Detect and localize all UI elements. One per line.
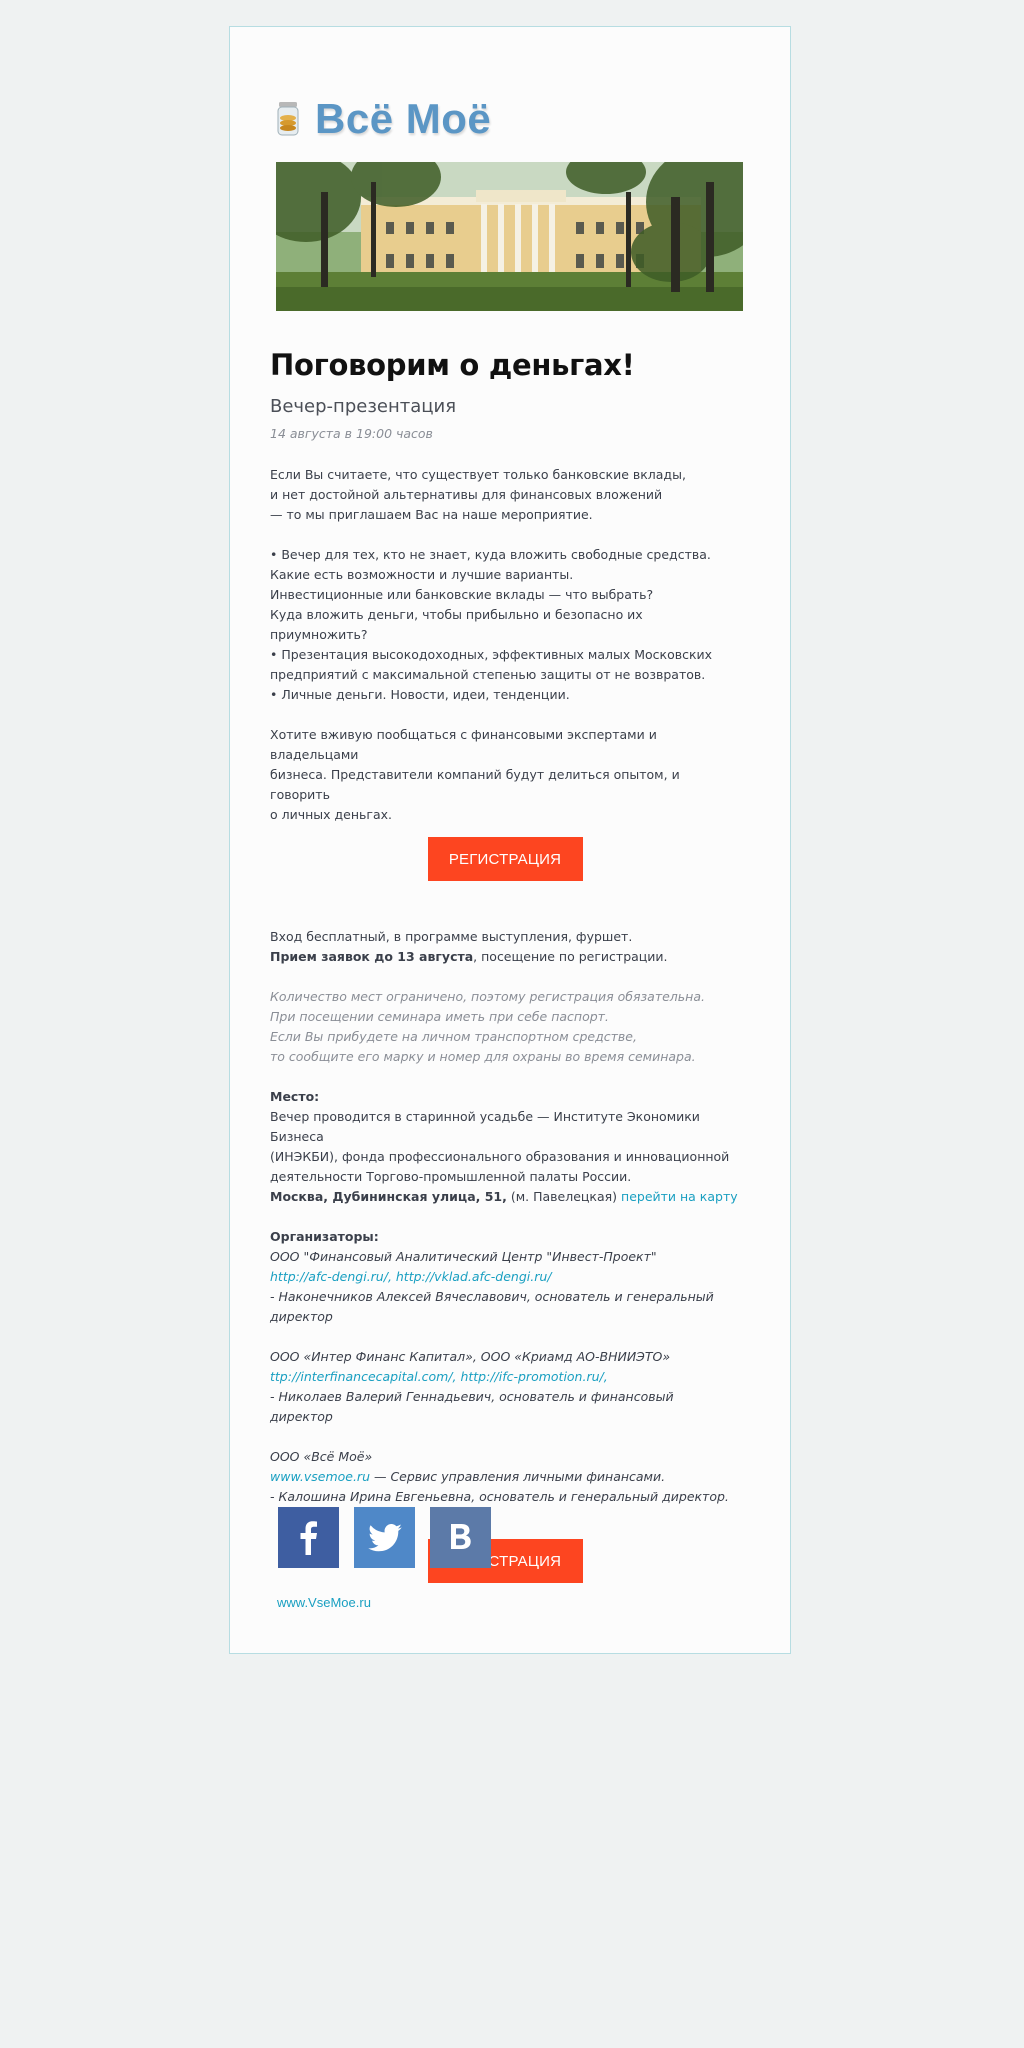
- org2-person: - Николаев Валерий Геннадьевич, основате…: [270, 1389, 674, 1424]
- place-label: Место:: [270, 1087, 740, 1107]
- note-line: то сообщите его марку и номер для охраны…: [270, 1049, 696, 1064]
- deadline-line: Прием заявок до 13 августа, посещение по…: [270, 947, 740, 967]
- bullet-line: • Вечер для тех, кто не знает, куда влож…: [270, 547, 711, 562]
- logo[interactable]: Всё Моё: [275, 95, 492, 142]
- entry-line: Вход бесплатный, в программе выступления…: [270, 929, 633, 944]
- intro-line: и нет достойной альтернативы для финансо…: [270, 487, 663, 502]
- place-line: (ИНЭКБИ), фонда профессионального образо…: [270, 1149, 730, 1164]
- intro-line: — то мы приглашаем Вас на наше мероприят…: [270, 507, 593, 522]
- place-label-text: Место:: [270, 1089, 320, 1104]
- register-button[interactable]: РЕГИСТРАЦИЯ: [427, 837, 583, 881]
- address-bold: Москва, Дубининская улица, 51,: [270, 1189, 507, 1204]
- page-title: Поговорим о деньгах!: [270, 348, 635, 382]
- organizers-label-text: Организаторы:: [270, 1229, 379, 1244]
- subtitle: Вечер-презентация: [270, 396, 457, 417]
- deadline-bold: Прием заявок до 13 августа: [270, 949, 474, 964]
- bullet-line: • Презентация высокодоходных, эффективны…: [270, 647, 713, 662]
- note-line: Если Вы прибудете на личном транспортном…: [270, 1029, 637, 1044]
- jar-of-coins-icon: [277, 102, 299, 136]
- place-line: деятельности Торгово-промышленной палаты…: [270, 1169, 632, 1184]
- org1-person-cont: директор: [270, 1309, 333, 1324]
- closing-line: Хотите вживую пообщаться с финансовыми э…: [270, 727, 657, 762]
- place-line: Вечер проводится в старинной усадьбе — И…: [270, 1109, 700, 1144]
- facebook-icon: [300, 1520, 317, 1555]
- closing-line: о личных деньгах.: [270, 807, 393, 822]
- org3-name: ООО «Всё Моё»: [270, 1449, 373, 1464]
- bullet-line: Инвестиционные или банковские вклады — ч…: [270, 587, 654, 602]
- email-card: Всё Моё Поговорим о деньгах! Вечер-презе…: [229, 26, 791, 1654]
- bullet-line: Куда вложить деньги, чтобы прибыльно и б…: [270, 607, 643, 642]
- org3-person: - Калошина Ирина Евгеньевна, основатель …: [270, 1489, 729, 1504]
- deadline-rest: , посещение по регистрации.: [473, 949, 668, 964]
- facebook-button[interactable]: [278, 1507, 339, 1568]
- hero-image: [276, 162, 743, 311]
- bullet-line: Какие есть возможности и лучшие варианты…: [270, 567, 574, 582]
- organizers-label: Организаторы:: [270, 1227, 740, 1247]
- address-line: Москва, Дубининская улица, 51, (м. Павел…: [270, 1187, 740, 1207]
- intro-line: Если Вы считаете, что существует только …: [270, 467, 686, 482]
- closing-line: бизнеса. Представители компаний будут де…: [270, 767, 680, 802]
- map-link[interactable]: перейти на карту: [621, 1189, 738, 1204]
- org1-links[interactable]: http://afc-dengi.ru/, http://vklad.afc-d…: [270, 1267, 740, 1287]
- twitter-icon: [367, 1523, 402, 1551]
- vk-button[interactable]: [430, 1507, 491, 1568]
- footer-site-link[interactable]: www.VseMoe.ru: [277, 1595, 371, 1610]
- org1-person: - Наконечников Алексей Вячеславович, осн…: [270, 1289, 714, 1304]
- note-line: При посещении семинара иметь при себе па…: [270, 1009, 609, 1024]
- social-links: [278, 1507, 491, 1568]
- org1-name: ООО "Финансовый Аналитический Центр "Инв…: [270, 1249, 657, 1264]
- org2-name: ООО «Интер Финанс Капитал», ООО «Криамд …: [270, 1349, 671, 1364]
- event-date: 14 августа в 19:00 часов: [270, 426, 433, 441]
- twitter-button[interactable]: [354, 1507, 415, 1568]
- logo-text: Всё Моё: [315, 95, 492, 142]
- org3-line: www.vsemoe.ru — Сервис управления личным…: [270, 1467, 740, 1487]
- email-content: Поговорим о деньгах! Вечер-презентация 1…: [270, 345, 740, 1583]
- bullet-line: • Личные деньги. Новости, идеи, тенденци…: [270, 687, 570, 702]
- org3-link[interactable]: www.vsemoe.ru: [270, 1469, 370, 1484]
- org3-desc: — Сервис управления личными финансами.: [370, 1469, 666, 1484]
- bullet-line: предприятий с максимальной степенью защи…: [270, 667, 706, 682]
- note-line: Количество мест ограничено, поэтому реги…: [270, 989, 705, 1004]
- org2-links[interactable]: ttp://interfinancecapital.com/, http://i…: [270, 1367, 740, 1387]
- metro-text: (м. Павелецкая): [506, 1189, 622, 1204]
- vk-icon: [450, 1523, 471, 1549]
